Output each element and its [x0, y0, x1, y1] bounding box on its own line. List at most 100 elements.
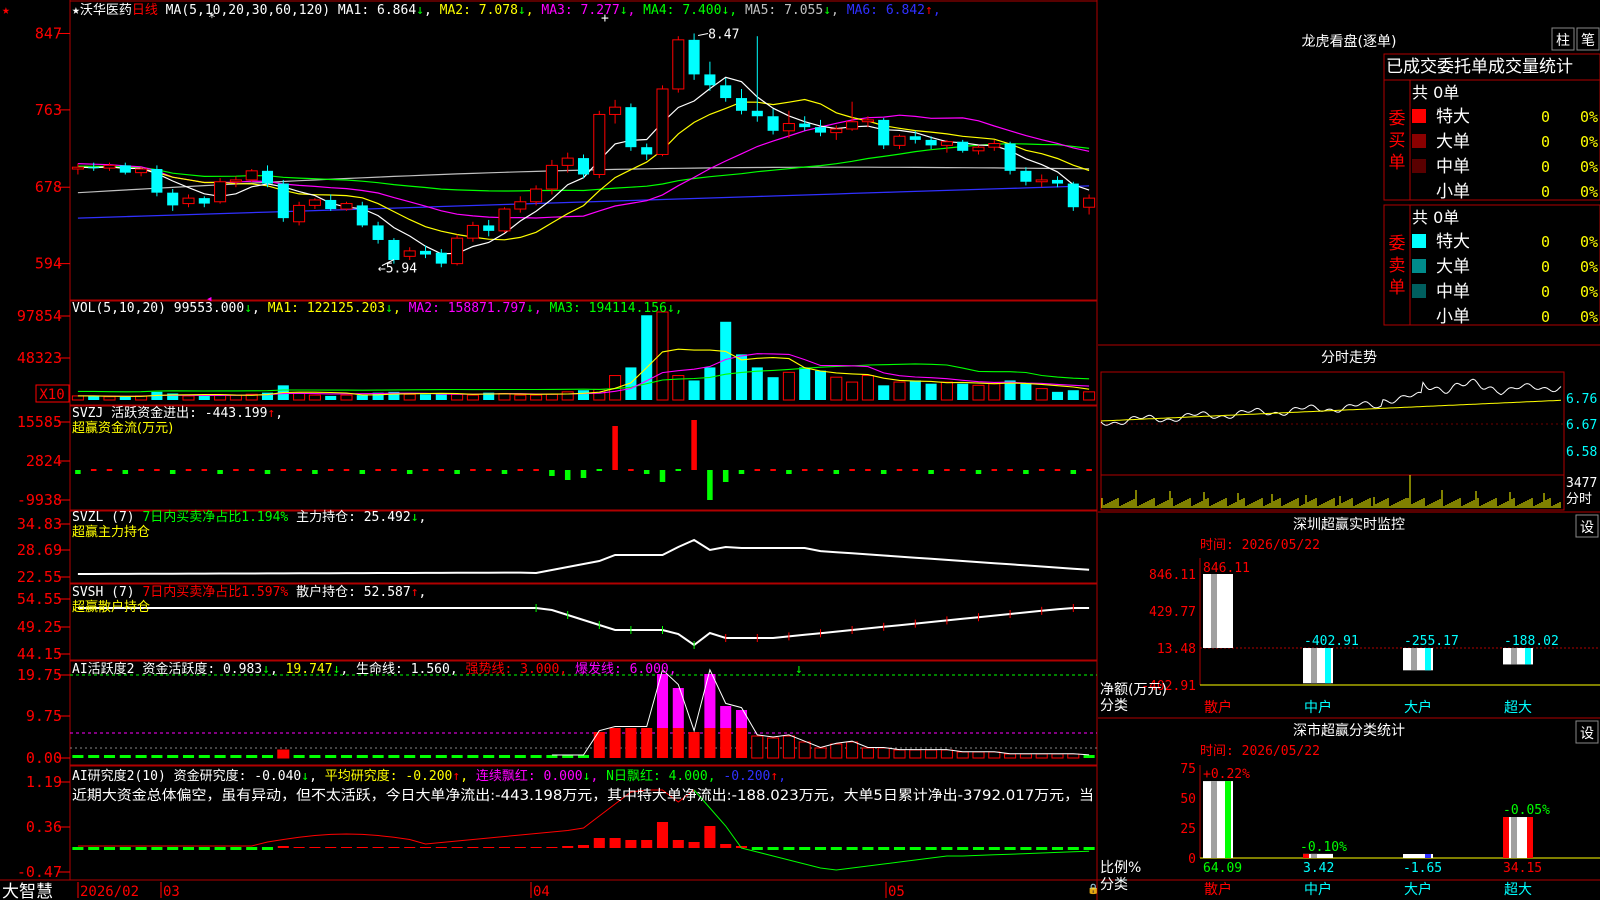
svzj-bar-neg — [833, 470, 840, 474]
ai2-bar — [830, 743, 843, 759]
sz-class-category: 大户 — [1404, 881, 1432, 898]
svzj-bar-neg — [659, 470, 666, 482]
lhb-sell-row-count: 0 — [1541, 308, 1550, 326]
ai3-bar-red — [309, 847, 321, 848]
ai3-bar-red — [372, 847, 384, 848]
svzj-bar-flat — [944, 469, 950, 471]
svzl-axis-label: 22.55 — [17, 568, 62, 586]
vol-axis-label: 97854 — [17, 307, 62, 325]
svsh-sub: 超赢散户持仓 — [72, 599, 150, 615]
lhb-buy-total: 共 0单 — [1412, 83, 1459, 102]
svzj-bar-neg — [580, 470, 587, 478]
ai2-bar-green — [182, 755, 195, 758]
vol-bar-down — [641, 315, 653, 400]
sz-class-category: 超大 — [1504, 882, 1532, 898]
ai3-bar-green — [214, 847, 226, 850]
candle-body-down — [751, 110, 763, 117]
timeline-label: 2026/02 — [80, 884, 139, 900]
ai3-bar-red — [277, 846, 289, 848]
svzj-bar-flat — [422, 469, 429, 471]
lhb-buy-row-pct: 0% — [1580, 133, 1598, 151]
vol-bar-down — [751, 367, 763, 400]
ai2-bar-red — [625, 728, 637, 758]
vol-bar-down — [688, 380, 700, 400]
sz-class-bar-accent — [1503, 817, 1509, 858]
ai3-bar-green — [119, 847, 131, 850]
ai2-bar — [782, 735, 795, 759]
ai2-bar-red — [735, 728, 748, 758]
candle-body-up — [593, 113, 606, 175]
ai2-bar — [1067, 753, 1080, 759]
timeline-label: 04 — [533, 884, 550, 900]
svzj-bar-flat — [470, 469, 476, 471]
sz-class-axis-label: 50 — [1180, 792, 1196, 807]
ai3-bar-red — [356, 847, 368, 848]
svzj-bar-flat — [201, 469, 208, 471]
price-axis-label: 847 — [35, 24, 62, 42]
candle-body-down — [388, 239, 400, 260]
sz-class-bar-accent — [1225, 781, 1231, 858]
svzj-bar-neg — [975, 470, 982, 474]
lhb-header: 已成交委托单成交量统计 — [1386, 57, 1573, 77]
sz-monitor-title: 深圳超赢实时监控 — [1293, 516, 1405, 533]
sz-monitor-bar-shade — [1311, 648, 1317, 684]
svzj-bar-flat — [770, 469, 776, 471]
lhb-buy-row-count: 0 — [1541, 133, 1550, 151]
ai2-bar-green — [103, 755, 116, 758]
svzj-bar-flat — [343, 469, 350, 471]
candle-body-down — [767, 116, 779, 131]
candle-body-down — [925, 139, 937, 146]
candle-body-up — [466, 224, 479, 239]
ai3-bar-red — [609, 838, 621, 848]
candle-body-up — [103, 164, 116, 169]
ai2-bar-green — [498, 755, 511, 758]
ai3-bar-green — [846, 847, 858, 850]
price-header: ★沃华医药日线 MA(5,10,20,30,60,120) MA1: 6.864… — [72, 3, 941, 18]
svzj-bar-neg — [564, 470, 571, 480]
vol-bar-down — [577, 390, 590, 400]
svzj-header: SVZJ 活跃资金进出: -443.199↑, — [72, 405, 283, 421]
ai2-bar-red — [609, 728, 621, 758]
lhb-sell-legend-swatch — [1412, 234, 1426, 248]
main-chart[interactable]: 847 763 678 594 8.47 ←5.94 ★ ★沃华医药日线 MA(5,10,20… — [0, 0, 1600, 900]
candle-body-down — [1020, 170, 1032, 182]
svzl-axis-label: 28.69 — [17, 541, 62, 559]
sz-class-time: 时间: 2026/05/22 — [1200, 744, 1320, 759]
candle-body-down — [814, 127, 827, 133]
candle-body-up — [514, 201, 527, 210]
vol-bar-down — [198, 395, 210, 400]
vol-bar-up — [451, 393, 464, 401]
lhb-sell-legend-swatch — [1412, 284, 1426, 298]
sz-class-top-label: +0.22% — [1203, 767, 1250, 782]
ai3-bar-green — [941, 847, 953, 850]
vol-bar-up — [545, 393, 558, 401]
title-star: ★ — [2, 3, 10, 18]
ai2-bar-green — [514, 755, 526, 758]
intraday-avg-line — [1100, 399, 1562, 422]
sz-monitor-bar-accent — [1425, 648, 1431, 671]
ai2-bar — [277, 749, 290, 759]
candle-body-down — [435, 252, 447, 264]
svzj-bar-flat — [327, 469, 334, 471]
sz-monitor-ylabel: 净额(万元) — [1100, 682, 1167, 698]
ai3-bar-green — [862, 847, 874, 850]
candle-body-up — [229, 179, 242, 183]
ai3-bar-red — [293, 847, 305, 848]
ai3-bar-green — [1067, 847, 1079, 850]
marker-star: * — [208, 11, 216, 26]
ai3-bar-green — [1083, 847, 1095, 850]
lhb-buy-row-count: 0 — [1541, 158, 1550, 176]
candle-body-down — [720, 85, 732, 99]
ai3-bar-red — [720, 844, 732, 848]
ai2-bar-green — [419, 755, 432, 758]
svzj-bar-neg — [454, 470, 460, 474]
vol-bar-down — [88, 395, 100, 400]
sz-class-top-label: -0.05% — [1503, 803, 1550, 818]
ai3-bar-red — [419, 847, 432, 848]
svzj-bar-neg — [501, 470, 508, 474]
ai3-bar-red — [340, 847, 353, 848]
ai3-header: AI研究度2(10) 资金研究度: -0.040↓, 平均研究度: -0.200… — [72, 768, 786, 784]
sz-monitor-category: 超大 — [1504, 700, 1532, 716]
svzj-bar-flat — [817, 469, 824, 471]
svzj-bar-neg — [722, 470, 729, 482]
